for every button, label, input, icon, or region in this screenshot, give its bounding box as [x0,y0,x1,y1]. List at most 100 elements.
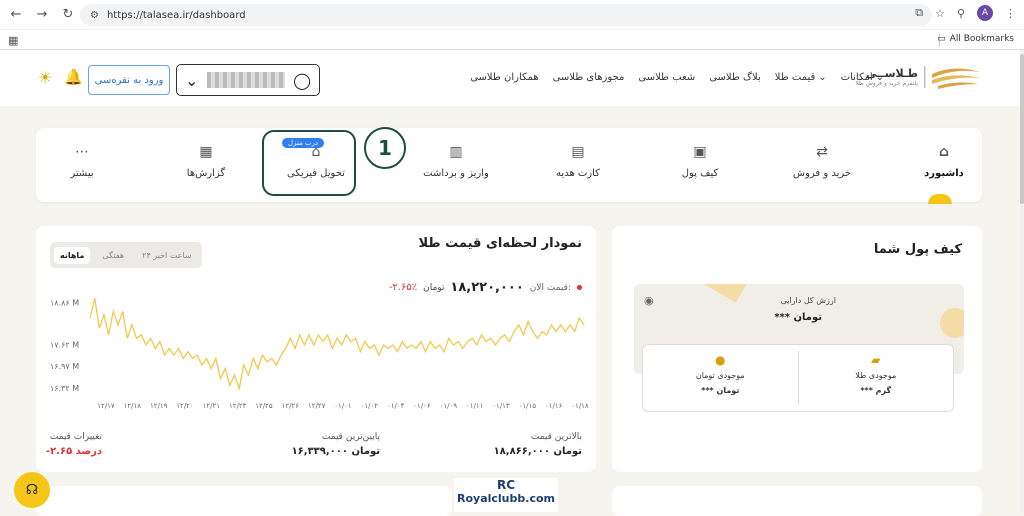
x-tick-label: ۱۲/۱۸ [124,402,142,410]
tab-more[interactable]: ⋯ بیشتر [32,144,132,179]
bell-icon[interactable]: 🔔 [64,68,83,86]
extensions-icon[interactable]: ⚲ [957,7,965,20]
chevron-down-icon: ⌄ [818,72,827,83]
watermark-text: Royalclubb.com [457,492,555,505]
profile-avatar[interactable]: A [977,5,993,21]
annotation-number: 1 [364,127,406,169]
user-dropdown[interactable]: ⌄ ◯ [176,64,320,96]
browser-toolbar: ← → ↻ ⚙ https://talasea.ir/dashboard ⧉ ☆… [0,0,1024,30]
balance-label: موجودی تومان [695,371,745,380]
tab-gift-card[interactable]: ▤ کارت هدیه [528,144,628,179]
tab-deposit-withdraw[interactable]: ▥ واریز و برداشت [406,144,506,179]
x-tick-label: ۰۱/۱۱ [466,402,483,410]
apps-icon[interactable]: ▦ [8,34,18,47]
site-settings-icon[interactable]: ⚙ [90,10,99,21]
dashboard-tabs: ⌂ داشبورد ⇄ خرید و فروش ▣ کیف پول ▤ کارت هدی… [36,128,982,204]
watermark-logo: RC [496,478,516,492]
total-assets-value: *** تومان [774,312,822,323]
live-dot-icon [577,285,582,290]
back-icon[interactable]: ← [6,5,26,25]
report-icon: ▦ [199,144,213,160]
price-value: ۱۸,۲۲۰,۰۰۰ [450,280,524,295]
stat-value: -۲.۶۵ درصد [45,446,102,457]
active-tab-indicator [928,194,952,204]
logo-mark-icon [924,66,980,89]
balance-value: *** گرم [860,386,892,395]
gold-price-series-line [89,297,585,392]
stat-value: ۱۸,۸۶۶,۰۰۰ تومان [493,446,582,457]
menu-icon[interactable]: ⋮ [1005,7,1016,20]
total-assets-label: ارزش کل دارایی [780,296,836,305]
coin-icon: ● [715,353,726,367]
x-tick-label: ۰۱/۱۸ [571,402,589,410]
theme-toggle-icon[interactable]: ☀ [38,68,52,87]
scrollbar-thumb[interactable] [1020,54,1024,204]
site-header: طـلاســی پلتفرم خرید و فروش طلا امکانات ⌄… [0,50,1022,106]
range-weekly[interactable]: هفتگی [96,247,130,264]
stat-label: تغییرات قیمت [49,432,102,442]
all-bookmarks[interactable]: ▭ All Bookmarks [937,34,1014,44]
x-tick-label: ۱۲/۲۳ [229,402,247,410]
folder-icon: ▭ [937,34,946,44]
y-tick-label: ۱۶.۳۲ M [50,384,79,393]
chart-title: نمودار لحظه‌ای قیمت طلا [418,236,582,251]
x-tick-label: ۱۲/۱۷ [97,402,115,410]
x-tick-label: ۱۲/۲۰ [176,402,193,410]
price-chart-card: نمودار لحظه‌ای قیمت طلا ماهانه هفتگی ۲۴ … [36,226,596,472]
menu-item-blog[interactable]: بلاگ طلاسی [709,72,761,83]
tab-wallet[interactable]: ▣ کیف پول [650,144,750,179]
wallet-icon: ▣ [693,144,707,160]
stat-highest: بالاترین قیمت ۱۸,۸۶۶,۰۰۰ تومان [494,432,582,457]
eye-icon[interactable]: ◉ [644,294,654,307]
current-price: -۲.۶۵٪ تومان ۱۸,۲۲۰,۰۰۰ قیمت الان: [389,280,582,295]
star-icon[interactable]: ☆ [935,7,945,20]
url-text: https://talasea.ir/dashboard [106,9,246,21]
menu-label: قیمت طلا [774,72,816,83]
x-tick-label: ۰۱/۱۶ [545,402,563,410]
menu-item-gold-price[interactable]: قیمت طلا ⌄ [775,72,827,83]
address-bar[interactable]: ⚙ https://talasea.ir/dashboard [80,4,932,26]
blurred-username [206,72,285,88]
install-icon[interactable]: ⧉ [915,6,923,20]
price-change: -۲.۶۵٪ [388,282,418,293]
price-line-chart[interactable]: ۱۸.۸۶ M ۱۷.۶۲ M ۱۶.۹۷ M ۱۶.۳۲ M ۱۲/۱۷ ۱۲/۱۸ ۱۲… [36,294,596,414]
range-monthly[interactable]: ماهانه [54,246,91,264]
x-tick-label: ۰۱/۰۶ [413,402,431,410]
gift-card-icon: ▤ [571,144,585,160]
toman-balance: ● موجودی تومان *** تومان [643,345,798,411]
y-tick-label: ۱۸.۸۶ M [50,299,79,308]
gold-bar-icon: ▰ [871,353,881,367]
bookmarks-bar: ▦ ▭ All Bookmarks [0,30,1024,50]
balance-label: موجودی طلا [855,371,897,380]
stat-label: پایین‌ترین قیمت [321,432,380,442]
silver-login-button[interactable]: ورود به نقره‌سی [88,65,170,95]
all-bookmarks-label: All Bookmarks [949,34,1014,44]
x-tick-label: ۱۲/۲۷ [308,402,326,410]
chevron-down-icon: ⌄ [185,70,199,90]
decor-gold-icon [701,284,747,303]
reload-icon[interactable]: ↻ [58,5,78,25]
tab-buy-sell[interactable]: ⇄ خرید و فروش [772,144,872,179]
wallet-card: کیف پول شما ◉ ارزش کل دارایی *** تومان ●… [612,226,982,472]
price-unit: تومان [423,282,445,293]
home-icon: ⌂ [938,144,950,160]
watermark: RC Royalclubb.com [454,478,558,512]
x-tick-label: ۰۱/۱۵ [519,402,537,410]
more-icon: ⋯ [75,144,89,160]
price-label: قیمت الان: [529,282,571,293]
menu-item-branches[interactable]: شعب طلاسی [638,72,695,83]
menu-item-features[interactable]: امکانات ⌄ [841,72,884,83]
gold-balance: ▰ موجودی طلا *** گرم [799,345,954,411]
support-headset-icon[interactable]: ☊ [14,472,50,508]
menu-item-partners[interactable]: همکاران طلاسی [470,72,538,83]
tab-dashboard[interactable]: ⌂ داشبورد [894,144,994,179]
menu-item-licenses[interactable]: مجوزهای طلاسی [553,72,625,83]
x-tick-label: ۰۱/۰۱ [334,402,351,410]
tab-reports[interactable]: ▦ گزارش‌ها [156,144,256,179]
x-tick-label: ۱۲/۲۵ [255,402,273,410]
stat-value: ۱۶,۳۳۹,۰۰۰ تومان [291,446,380,457]
chevron-down-icon: ⌄ [875,72,884,83]
wallet-title: کیف پول شما [873,242,962,257]
range-24h[interactable]: ۲۴ ساعت اخیر [136,247,197,264]
forward-icon[interactable]: → [32,5,52,25]
